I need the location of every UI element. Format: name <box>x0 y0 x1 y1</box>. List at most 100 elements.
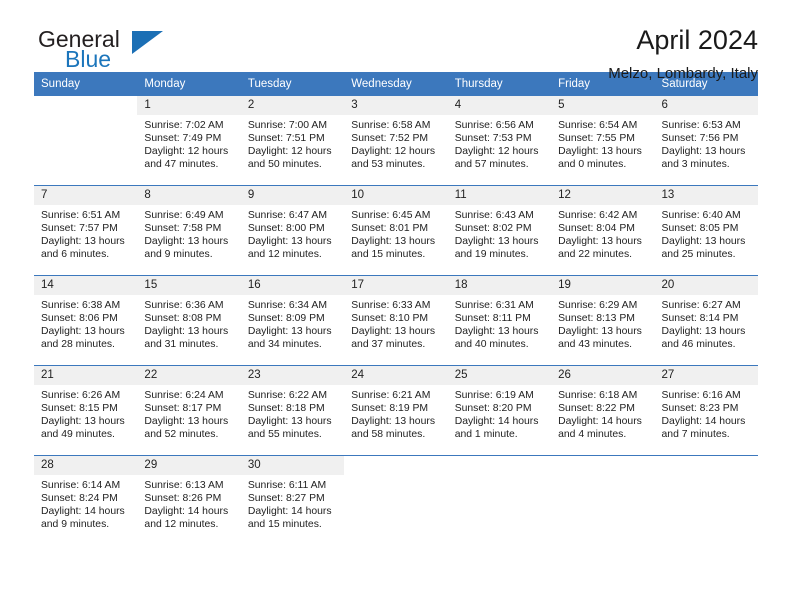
day-number: 18 <box>447 276 552 295</box>
sunrise-text: Sunrise: 6:33 AM <box>351 300 431 311</box>
sunset-text: Sunset: 7:49 PM <box>144 133 222 145</box>
calendar-page: General Blue April 2024 Melzo, Lombardy,… <box>0 0 792 612</box>
calendar-cell-inner <box>344 456 447 545</box>
sunrise-text: Sunrise: 6:43 AM <box>454 210 534 221</box>
daylight-text-line1: Daylight: 13 hours <box>144 236 229 248</box>
calendar-cell-empty <box>447 455 552 545</box>
daylight-text-line1: Daylight: 13 hours <box>661 146 746 158</box>
daylight-text-line1: Daylight: 13 hours <box>247 326 332 338</box>
daylight-text-line1: Daylight: 13 hours <box>351 326 436 338</box>
calendar-cell-inner: 6 Sunrise: 6:53 AM Sunset: 7:56 PM Daylight… <box>654 96 758 185</box>
calendar-day-cell[interactable]: 16 Sunrise: 6:34 AM Sunset: 8:09 PM Dayligh… <box>240 275 345 366</box>
calendar-day-cell[interactable]: 28 Sunrise: 6:14 AM Sunset: 8:24 PM Dayligh… <box>34 455 138 545</box>
calendar-cell-inner: 20 Sunrise: 6:27 AM Sunset: 8:14 PM Dayligh… <box>654 276 758 365</box>
day-number: 2 <box>240 96 345 115</box>
day-number: 3 <box>344 96 448 115</box>
daylight-text-line2: and 9 minutes. <box>144 249 213 261</box>
sunrise-text: Sunrise: 6:34 AM <box>247 300 327 311</box>
calendar-day-cell[interactable]: 5 Sunrise: 6:54 AM Sunset: 7:55 PM Daylight… <box>551 96 655 186</box>
day-number: 22 <box>137 366 241 385</box>
calendar-cell-inner: 28 Sunrise: 6:14 AM Sunset: 8:24 PM Dayligh… <box>34 456 138 545</box>
day-number: 13 <box>654 186 758 205</box>
calendar-day-cell[interactable]: 14 Sunrise: 6:38 AM Sunset: 8:06 PM Dayligh… <box>34 275 138 366</box>
calendar-day-cell[interactable]: 3 Sunrise: 6:58 AM Sunset: 7:52 PM Daylight… <box>344 96 448 186</box>
daylight-text-line2: and 25 minutes. <box>661 249 736 261</box>
daylight-text-line1: Daylight: 13 hours <box>661 236 746 248</box>
daylight-text-line1: Daylight: 14 hours <box>454 416 539 428</box>
calendar-cell-empty <box>344 455 448 545</box>
sunset-text: Sunset: 7:58 PM <box>144 223 222 235</box>
daylight-text-line1: Daylight: 12 hours <box>454 146 539 158</box>
calendar-day-cell[interactable]: 10 Sunrise: 6:45 AM Sunset: 8:01 PM Dayligh… <box>344 185 448 276</box>
sunrise-text: Sunrise: 6:54 AM <box>558 120 638 131</box>
calendar-cell-inner: 11 Sunrise: 6:43 AM Sunset: 8:02 PM Dayligh… <box>447 186 552 275</box>
day-details: Sunrise: 7:00 AM Sunset: 7:51 PM Daylight:… <box>241 115 344 171</box>
daylight-text-line2: and 53 minutes. <box>351 159 426 171</box>
day-number: 9 <box>240 186 345 205</box>
day-number: 14 <box>34 276 138 295</box>
calendar-day-cell[interactable]: 4 Sunrise: 6:56 AM Sunset: 7:53 PM Daylight… <box>447 96 552 186</box>
day-number <box>655 456 758 475</box>
calendar-day-cell[interactable]: 20 Sunrise: 6:27 AM Sunset: 8:14 PM Dayligh… <box>654 275 758 366</box>
calendar-cell-empty <box>654 455 758 545</box>
calendar-day-cell[interactable]: 11 Sunrise: 6:43 AM Sunset: 8:02 PM Dayligh… <box>447 185 552 276</box>
calendar-day-cell[interactable]: 9 Sunrise: 6:47 AM Sunset: 8:00 PM Daylight… <box>240 185 345 276</box>
day-number: 8 <box>137 186 241 205</box>
daylight-text-line2: and 50 minutes. <box>247 159 322 171</box>
calendar-day-cell[interactable]: 15 Sunrise: 6:36 AM Sunset: 8:08 PM Dayligh… <box>137 275 241 366</box>
calendar-cell-inner: 8 Sunrise: 6:49 AM Sunset: 7:58 PM Daylight… <box>137 186 241 275</box>
sunset-text: Sunset: 8:13 PM <box>558 313 635 325</box>
daylight-text-line1: Daylight: 14 hours <box>558 416 642 428</box>
day-details: Sunrise: 6:42 AM Sunset: 8:04 PM Daylight:… <box>551 205 654 261</box>
title-block: April 2024 Melzo, Lombardy, Italy <box>608 25 758 81</box>
calendar-day-cell[interactable]: 6 Sunrise: 6:53 AM Sunset: 7:56 PM Daylight… <box>654 96 758 186</box>
sunrise-text: Sunrise: 6:40 AM <box>661 210 741 221</box>
daylight-text-line1: Daylight: 13 hours <box>144 326 229 338</box>
sunset-text: Sunset: 8:20 PM <box>454 403 532 415</box>
sunrise-text: Sunrise: 6:24 AM <box>144 390 224 401</box>
calendar-day-cell[interactable]: 12 Sunrise: 6:42 AM Sunset: 8:04 PM Dayligh… <box>551 185 655 276</box>
day-number <box>551 456 654 475</box>
calendar-day-cell[interactable]: 29 Sunrise: 6:13 AM Sunset: 8:26 PM Dayligh… <box>137 455 241 545</box>
calendar-day-cell[interactable]: 17 Sunrise: 6:33 AM Sunset: 8:10 PM Dayligh… <box>344 275 448 366</box>
calendar-day-cell[interactable]: 1 Sunrise: 7:02 AM Sunset: 7:49 PM Daylight… <box>137 96 241 186</box>
sunset-text: Sunset: 8:00 PM <box>247 223 325 235</box>
day-details: Sunrise: 6:33 AM Sunset: 8:10 PM Daylight:… <box>344 295 447 351</box>
calendar-cell-inner: 18 Sunrise: 6:31 AM Sunset: 8:11 PM Dayligh… <box>447 276 552 365</box>
calendar-day-cell[interactable]: 13 Sunrise: 6:40 AM Sunset: 8:05 PM Dayligh… <box>654 185 758 276</box>
daylight-text-line2: and 15 minutes. <box>351 249 426 261</box>
calendar-day-cell[interactable]: 21 Sunrise: 6:26 AM Sunset: 8:15 PM Dayligh… <box>34 365 138 456</box>
calendar-cell-inner: 27 Sunrise: 6:16 AM Sunset: 8:23 PM Dayligh… <box>654 366 758 455</box>
calendar-day-cell[interactable]: 24 Sunrise: 6:21 AM Sunset: 8:19 PM Dayligh… <box>344 365 448 456</box>
weekday-header-wednesday: Wednesday <box>344 72 448 96</box>
day-number: 20 <box>654 276 758 295</box>
calendar-day-cell[interactable]: 19 Sunrise: 6:29 AM Sunset: 8:13 PM Dayligh… <box>551 275 655 366</box>
sunset-text: Sunset: 8:27 PM <box>247 493 325 505</box>
calendar-day-cell[interactable]: 18 Sunrise: 6:31 AM Sunset: 8:11 PM Dayligh… <box>447 275 552 366</box>
calendar-day-cell[interactable]: 7 Sunrise: 6:51 AM Sunset: 7:57 PM Daylight… <box>34 185 138 276</box>
day-number: 30 <box>240 456 345 475</box>
daylight-text-line1: Daylight: 13 hours <box>454 236 539 248</box>
day-number <box>344 456 447 475</box>
calendar-day-cell[interactable]: 26 Sunrise: 6:18 AM Sunset: 8:22 PM Dayligh… <box>551 365 655 456</box>
calendar-day-cell[interactable]: 25 Sunrise: 6:19 AM Sunset: 8:20 PM Dayligh… <box>447 365 552 456</box>
day-details: Sunrise: 6:49 AM Sunset: 7:58 PM Daylight:… <box>137 205 240 261</box>
calendar-day-cell[interactable]: 30 Sunrise: 6:11 AM Sunset: 8:27 PM Dayligh… <box>240 455 345 545</box>
day-number: 24 <box>344 366 448 385</box>
calendar-cell-inner <box>34 96 137 185</box>
calendar-day-cell[interactable]: 2 Sunrise: 7:00 AM Sunset: 7:51 PM Daylight… <box>240 96 345 186</box>
daylight-text-line2: and 9 minutes. <box>41 519 110 531</box>
general-blue-logo[interactable]: General Blue <box>34 26 184 78</box>
calendar-cell-inner: 17 Sunrise: 6:33 AM Sunset: 8:10 PM Dayligh… <box>344 276 448 365</box>
calendar-day-cell[interactable]: 22 Sunrise: 6:24 AM Sunset: 8:17 PM Dayligh… <box>137 365 241 456</box>
day-details: Sunrise: 6:45 AM Sunset: 8:01 PM Daylight:… <box>344 205 447 261</box>
calendar-day-cell[interactable]: 23 Sunrise: 6:22 AM Sunset: 8:18 PM Dayligh… <box>240 365 345 456</box>
daylight-text-line1: Daylight: 13 hours <box>41 416 125 428</box>
sunrise-text: Sunrise: 6:31 AM <box>454 300 534 311</box>
sunset-text: Sunset: 8:11 PM <box>454 313 531 325</box>
calendar-day-cell[interactable]: 8 Sunrise: 6:49 AM Sunset: 7:58 PM Daylight… <box>137 185 241 276</box>
sunrise-text: Sunrise: 6:36 AM <box>144 300 224 311</box>
day-details: Sunrise: 6:24 AM Sunset: 8:17 PM Daylight:… <box>137 385 240 441</box>
calendar-day-cell[interactable]: 27 Sunrise: 6:16 AM Sunset: 8:23 PM Dayligh… <box>654 365 758 456</box>
sunrise-text: Sunrise: 6:16 AM <box>661 390 741 401</box>
